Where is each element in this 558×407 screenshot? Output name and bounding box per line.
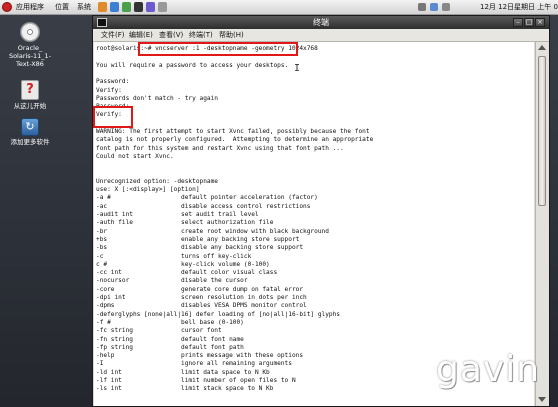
network-icon[interactable] bbox=[418, 3, 426, 11]
terminal-line: -dpms disables VESA DPMS monitor control bbox=[96, 302, 307, 310]
clock[interactable]: 12月 12日星期日 上午 0 bbox=[480, 2, 558, 12]
terminal-line: -f # bell base (0-100) bbox=[96, 318, 244, 326]
terminal-line: -bs disable any backing store support bbox=[96, 244, 304, 252]
menu-system[interactable]: 系统 bbox=[77, 3, 91, 11]
desktop-item-label: 从这儿开始 bbox=[13, 102, 47, 110]
terminal-line: -help prints message with these options bbox=[96, 352, 304, 360]
terminal-line: -ac disable access control restrictions bbox=[96, 202, 311, 210]
terminal-line: -a # default pointer acceleration (facto… bbox=[96, 194, 318, 202]
watermark: gavin bbox=[436, 349, 541, 390]
terminal-line: Verify: bbox=[96, 86, 122, 94]
package-launcher-icon[interactable] bbox=[146, 2, 155, 12]
top-panel: 应用程序 位置 系统 12月 12日星期日 上午 0 bbox=[0, 0, 558, 15]
terminal-line: WARNING: The first attempt to start Xvnc… bbox=[96, 128, 370, 135]
desktop-item-label: Oracle_ Solaris-11_1- Text-X86 bbox=[8, 44, 52, 68]
text-cursor-icon: I bbox=[294, 63, 301, 74]
close-button[interactable]: × bbox=[535, 18, 545, 27]
terminal-line: +bs enable any backing store support bbox=[96, 235, 300, 243]
terminal-line: -ls int limit stack space to N Kb bbox=[96, 385, 274, 393]
terminal-line: -cc int default color visual class bbox=[96, 269, 278, 277]
scrollbar-thumb[interactable] bbox=[538, 56, 546, 206]
minimize-button[interactable]: – bbox=[513, 18, 523, 27]
terminal-line: font path for this system and restart Xv… bbox=[96, 144, 344, 152]
terminal-line: -I ignore all remaining arguments bbox=[96, 360, 292, 368]
desktop-item-label: 添加更多软件 bbox=[10, 138, 50, 146]
terminal-line: catalog is not properly configured. Atte… bbox=[96, 136, 374, 144]
terminal-line: use: X [:<display>] [option] bbox=[96, 186, 200, 194]
menu-file[interactable]: 文件(F) bbox=[101, 31, 125, 39]
window-menubar: 文件(F) 编辑(E) 查看(V) 终端(T) 帮助(H) bbox=[93, 29, 549, 42]
window-title: 终端 bbox=[313, 18, 329, 27]
menu-view[interactable]: 查看(V) bbox=[159, 31, 183, 39]
menu-applications[interactable]: 应用程序 bbox=[16, 3, 44, 11]
terminal-line: -fc string cursor font bbox=[96, 327, 222, 335]
terminal-line: -fp string default font path bbox=[96, 343, 244, 351]
menu-help[interactable]: 帮助(H) bbox=[219, 31, 244, 39]
desktop-item-start-here[interactable]: ? 从这儿开始 bbox=[0, 80, 60, 110]
help-launcher-icon[interactable] bbox=[122, 2, 131, 12]
mail-launcher-icon[interactable] bbox=[110, 2, 119, 12]
terminal-line: You will require a password to access yo… bbox=[96, 61, 289, 69]
keyboard-icon[interactable] bbox=[442, 3, 450, 11]
terminal-line: -audit int set audit trail level bbox=[96, 211, 259, 218]
menu-terminal[interactable]: 终端(T) bbox=[189, 31, 213, 39]
highlight-password-box bbox=[93, 106, 133, 128]
desktop-item-add-software[interactable]: ↻ 添加更多软件 bbox=[0, 118, 60, 146]
main-menu-logo-icon[interactable] bbox=[2, 2, 12, 12]
terminal-line: -fn string default font name bbox=[96, 335, 244, 343]
volume-icon[interactable] bbox=[430, 3, 438, 11]
terminal-line: -lf int limit number of open files to N bbox=[96, 377, 296, 384]
desktop-item-solaris-media[interactable]: Oracle_ Solaris-11_1- Text-X86 bbox=[0, 22, 60, 68]
firefox-launcher-icon[interactable] bbox=[98, 2, 107, 12]
terminal-line: -dpi int screen resolution in dots per i… bbox=[96, 294, 307, 301]
terminal-line: -ld int limit data space to N Kb bbox=[96, 368, 270, 376]
terminal-line: -c turns off key-click bbox=[96, 252, 252, 260]
terminal-line: -auth file select authorization file bbox=[96, 219, 274, 227]
cd-disc-icon bbox=[20, 22, 40, 42]
scroll-down-arrow-icon[interactable] bbox=[538, 397, 546, 402]
terminal-launcher-icon[interactable] bbox=[134, 2, 143, 12]
terminal-line: Password: bbox=[96, 78, 130, 86]
launcher-icon[interactable] bbox=[158, 2, 167, 12]
terminal-line: -core generate core dump on fatal error bbox=[96, 285, 304, 293]
scroll-up-arrow-icon[interactable] bbox=[538, 45, 546, 50]
terminal-line: -br create root window with black backgr… bbox=[96, 227, 329, 235]
terminal-line: -deferglyphs [none|all|16] defer loading… bbox=[96, 310, 341, 318]
menu-places[interactable]: 位置 bbox=[55, 3, 69, 11]
highlight-command-box bbox=[138, 42, 298, 56]
terminal-line: Passwords don't match - try again bbox=[96, 94, 219, 102]
terminal-line: c # key-click volume (0-100) bbox=[96, 260, 270, 268]
add-software-icon: ↻ bbox=[21, 118, 39, 136]
terminal-line: Could not start Xvnc. bbox=[96, 152, 174, 160]
terminal-line: Unrecognized option: -desktopname bbox=[96, 177, 219, 185]
menu-edit[interactable]: 编辑(E) bbox=[129, 31, 153, 39]
maximize-button[interactable]: □ bbox=[524, 18, 534, 27]
terminal-line: -nocursor disable the cursor bbox=[96, 277, 248, 285]
window-titlebar[interactable]: 终端 – □ × bbox=[93, 16, 549, 29]
help-icon: ? bbox=[21, 80, 39, 100]
